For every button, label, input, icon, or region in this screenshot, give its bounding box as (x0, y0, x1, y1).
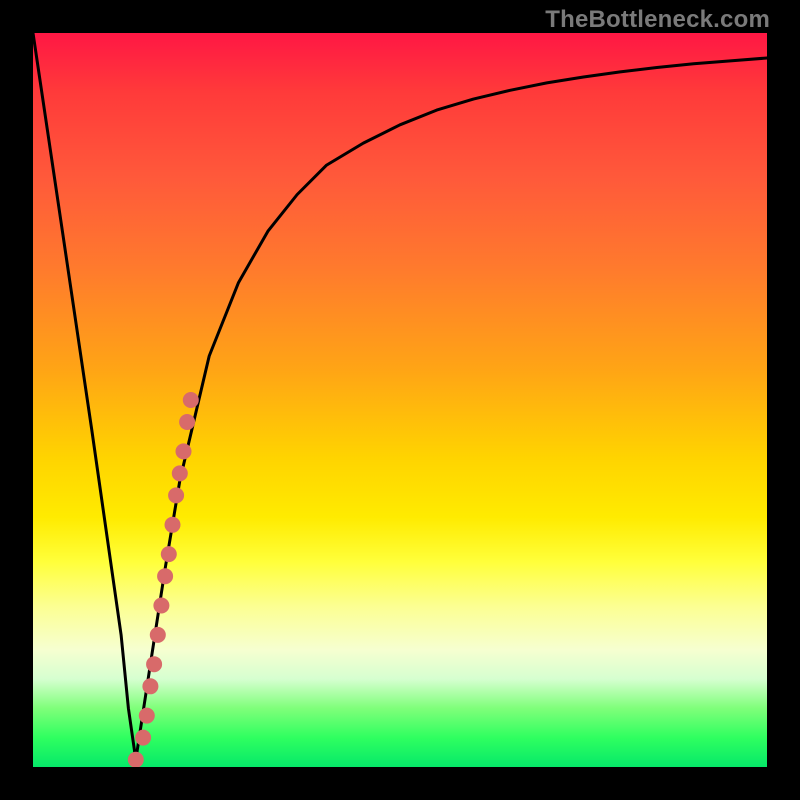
highlight-dot (183, 392, 199, 408)
highlight-dot (128, 752, 144, 767)
watermark-text: TheBottleneck.com (545, 6, 770, 34)
highlight-dot (139, 708, 155, 724)
highlight-dot (135, 730, 151, 746)
highlight-dot (153, 598, 169, 614)
chart-frame: TheBottleneck.com (0, 0, 800, 800)
highlighted-points (128, 392, 199, 767)
highlight-dot (179, 414, 195, 430)
highlight-dot (146, 656, 162, 672)
plot-area (33, 33, 767, 767)
highlight-dot (172, 465, 188, 481)
highlight-dot (165, 517, 181, 533)
curve-layer (33, 33, 767, 767)
highlight-dot (142, 678, 158, 694)
highlight-dot (168, 487, 184, 503)
highlight-dot (157, 568, 173, 584)
bottleneck-curve (33, 33, 767, 760)
highlight-dot (161, 546, 177, 562)
highlight-dot (176, 443, 192, 459)
highlight-dot (150, 627, 166, 643)
